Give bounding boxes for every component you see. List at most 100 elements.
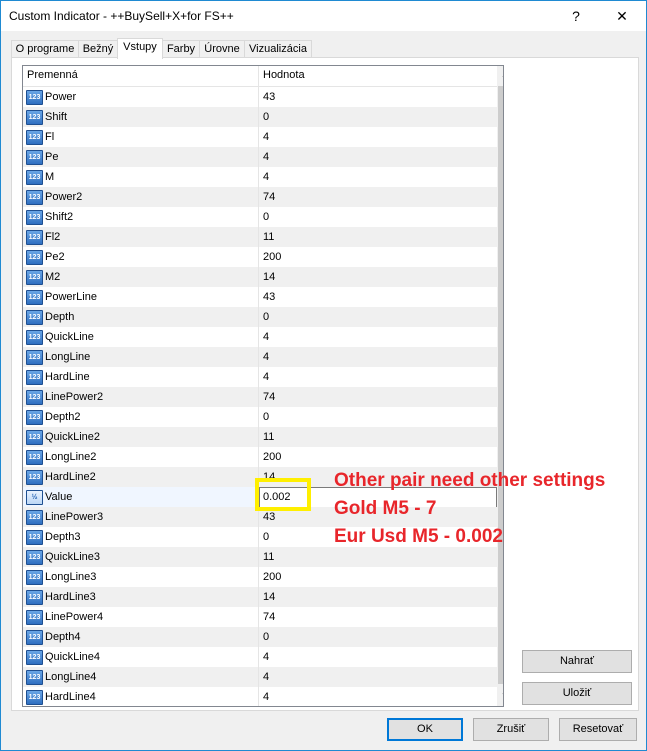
column-separator [258,107,259,127]
param-name: Depth [45,311,75,323]
param-value[interactable]: 14 [263,591,275,603]
param-row[interactable]: 123 Depth4 0 [23,627,497,647]
param-name: PowerLine [45,291,97,303]
param-row[interactable]: 123 M2 14 [23,267,497,287]
param-value[interactable]: 4 [263,371,269,383]
param-row[interactable]: 123 LongLine 4 [23,347,497,367]
integer-type-icon: 123 [26,370,43,385]
vertical-scrollbar[interactable]: ▲ ▼ [497,66,503,706]
param-value[interactable]: 0 [263,411,269,423]
param-row[interactable]: 123 QuickLine4 4 [23,647,497,667]
param-name: LinePower2 [45,391,104,403]
column-separator [258,187,259,207]
param-value[interactable]: 14 [263,271,275,283]
integer-type-icon: 123 [26,690,43,705]
param-value[interactable]: 74 [263,391,275,403]
column-separator [258,367,259,387]
param-row[interactable]: 123 Fl 4 [23,127,497,147]
param-row[interactable]: 123 Shift2 0 [23,207,497,227]
param-value[interactable]: 0 [263,111,269,123]
integer-type-icon: 123 [26,230,43,245]
load-button[interactable]: Nahrať [522,650,632,673]
reset-button[interactable]: Resetovať [559,718,637,741]
param-row[interactable]: 123 HardLine 4 [23,367,497,387]
param-row[interactable]: 123 QuickLine2 11 [23,427,497,447]
column-separator [258,627,259,647]
tab-urovne[interactable]: Úrovne [199,40,245,58]
param-value[interactable]: 11 [263,431,274,443]
param-row[interactable]: 123 PowerLine 43 [23,287,497,307]
scroll-thumb[interactable] [498,86,503,684]
column-separator [258,587,259,607]
integer-type-icon: 123 [26,530,43,545]
param-row[interactable]: 123 Depth2 0 [23,407,497,427]
integer-type-icon: 123 [26,650,43,665]
param-row[interactable]: 123 Fl2 11 [23,227,497,247]
param-value[interactable]: 4 [263,131,269,143]
param-name: Value [45,491,73,503]
param-row[interactable]: 123 LongLine2 200 [23,447,497,467]
param-value[interactable]: 0 [263,211,269,223]
scroll-down-icon[interactable]: ▼ [497,688,503,705]
integer-type-icon: 123 [26,250,43,265]
cancel-button[interactable]: Zrušiť [473,718,549,741]
param-value[interactable]: 0 [263,311,269,323]
param-value[interactable]: 200 [263,451,281,463]
param-value[interactable]: 4 [263,331,269,343]
param-name: M2 [45,271,61,283]
param-row[interactable]: 123 Depth 0 [23,307,497,327]
param-row[interactable]: 123 LongLine3 200 [23,567,497,587]
param-value[interactable]: 200 [263,251,281,263]
param-name: LongLine3 [45,571,97,583]
param-value[interactable]: 43 [263,511,275,523]
column-separator [258,687,259,706]
header-value[interactable]: Hodnota [263,69,305,81]
param-value[interactable]: 4 [263,651,269,663]
tab-farby[interactable]: Farby [162,40,200,58]
param-value[interactable]: 4 [263,691,269,703]
annotation-line-1: Other pair need other settings [334,470,606,491]
tab-bezny[interactable]: Bežný [78,40,118,58]
param-value[interactable]: 0 [263,531,269,543]
param-value[interactable]: 0 [263,631,269,643]
param-value[interactable]: 74 [263,611,275,623]
param-value[interactable]: 43 [263,291,275,303]
close-button[interactable]: ✕ [599,1,645,31]
param-row[interactable]: 123 Pe2 200 [23,247,497,267]
param-row[interactable]: 123 HardLine3 14 [23,587,497,607]
scroll-up-icon[interactable]: ▲ [497,66,503,83]
param-row[interactable]: 123 HardLine4 4 [23,687,497,706]
param-value[interactable]: 43 [263,91,275,103]
param-value[interactable]: 11 [263,231,274,243]
param-value[interactable]: 4 [263,351,269,363]
param-value[interactable]: 4 [263,151,269,163]
param-row[interactable]: 123 LinePower2 74 [23,387,497,407]
param-value[interactable]: 200 [263,571,281,583]
param-value[interactable]: 4 [263,671,269,683]
param-value[interactable]: 74 [263,191,275,203]
annotation-line-3: Eur Usd M5 - 0.002 [334,526,503,547]
save-button[interactable]: Uložiť [522,682,632,705]
param-row[interactable]: 123 LongLine4 4 [23,667,497,687]
param-row[interactable]: 123 Pe 4 [23,147,497,167]
param-row[interactable]: 123 Shift 0 [23,107,497,127]
tab-vstupy[interactable]: Vstupy [117,38,163,59]
help-button[interactable]: ? [553,1,599,31]
title-bar: Custom Indicator - ++BuySell+X+for FS++ … [1,1,646,31]
param-value[interactable]: 11 [263,551,274,563]
param-row[interactable]: 123 QuickLine3 11 [23,547,497,567]
ok-button[interactable]: OK [387,718,463,741]
integer-type-icon: 123 [26,190,43,205]
header-variable[interactable]: Premenná [27,69,78,81]
tab-vizualizacia[interactable]: Vizualizácia [244,40,312,58]
param-row[interactable]: 123 M 4 [23,167,497,187]
integer-type-icon: 123 [26,670,43,685]
param-row[interactable]: 123 Power 43 [23,87,497,107]
param-row[interactable]: 123 Power2 74 [23,187,497,207]
tab-o-programe[interactable]: O programe [11,40,79,58]
param-name: HardLine2 [45,471,96,483]
param-name: Shift [45,111,68,123]
param-row[interactable]: 123 LinePower4 74 [23,607,497,627]
param-row[interactable]: 123 QuickLine 4 [23,327,497,347]
param-value[interactable]: 4 [263,171,269,183]
